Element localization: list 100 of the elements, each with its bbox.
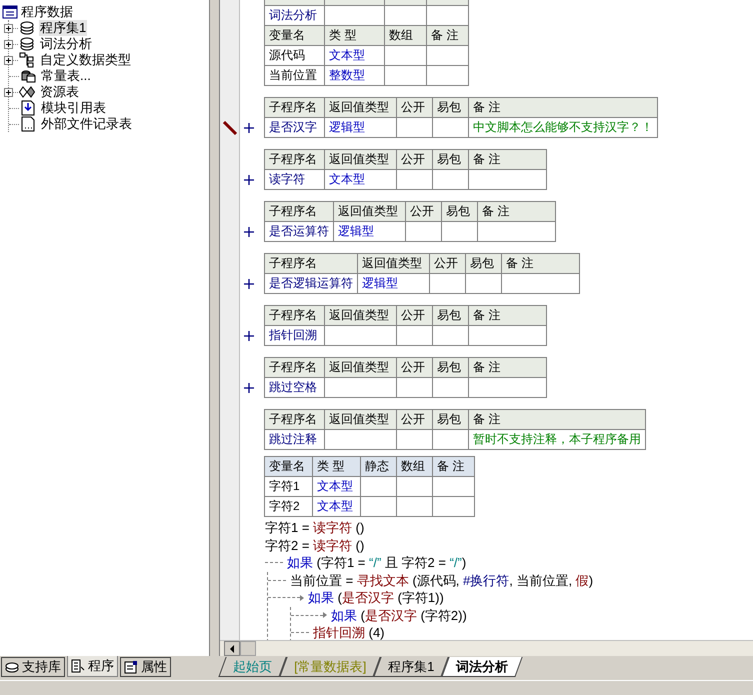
scroll-thumb[interactable] [240, 641, 256, 656]
expand-toggle[interactable] [4, 56, 13, 64]
plus-icon[interactable] [244, 279, 254, 289]
tree-item[interactable]: 程序集1 [39, 20, 88, 36]
tree-item[interactable]: 资源表 [39, 84, 80, 100]
column-header: 易包 [432, 306, 468, 326]
column-header: 公开 [396, 306, 432, 326]
document-tab[interactable]: 词法分析 [442, 657, 524, 677]
subroutine-name: 读字符 [264, 170, 324, 190]
column-header: 公开 [396, 150, 432, 170]
expand-toggle[interactable] [4, 24, 13, 32]
scroll-left-button[interactable] [224, 641, 240, 656]
column-header: 公开 [396, 358, 432, 378]
code-line: 如果 (是否汉字 (字符2)) [331, 606, 467, 625]
column-header: 公开 [396, 410, 432, 430]
variable-type: 文本型 [312, 496, 360, 516]
column-header: 返回值类型 [324, 150, 396, 170]
stack-icon [19, 20, 35, 36]
column-header: 返回值类型 [324, 306, 396, 326]
code-line: 当前位置 = 寻找文本 (源代码, #换行符, 当前位置, 假) [290, 572, 594, 590]
expand-toggle[interactable] [4, 40, 13, 48]
flow-arrow [268, 594, 304, 601]
left-arrow-icon [229, 644, 235, 652]
column-header: 易包 [432, 410, 468, 430]
variable-type: 文本型 [324, 46, 384, 66]
column-header: 子程序名 [264, 254, 358, 274]
column-header: 子程序名 [264, 358, 324, 378]
return-type: 逻辑型 [324, 118, 396, 138]
download-document-icon [20, 100, 36, 116]
column-header: 公开 [406, 202, 442, 222]
column-header: 备 注 [432, 456, 474, 476]
column-header: 返回值类型 [334, 202, 406, 222]
plus-icon[interactable] [244, 123, 254, 133]
column-header: 易包 [466, 254, 502, 274]
column-header: 类 型 [324, 26, 384, 46]
variable-name: 当前位置 [264, 66, 324, 86]
column-header: 备 注 [502, 254, 580, 274]
column-header: 公开 [430, 254, 466, 274]
column-header: 子程序名 [264, 306, 324, 326]
document-icon [71, 659, 85, 673]
tree-item[interactable]: 自定义数据类型 [39, 52, 132, 68]
column-header: 备 注 [426, 26, 468, 46]
variable-type: 整数型 [324, 66, 384, 86]
note: 暂时不支持注释，本子程序备用 [468, 430, 646, 450]
tree-item[interactable]: 模块引用表 [40, 100, 107, 116]
return-type: 文本型 [324, 170, 396, 190]
column-header: 易包 [432, 150, 468, 170]
panel-tab[interactable]: 属性 [120, 657, 171, 677]
variable-name: 字符2 [264, 496, 312, 516]
column-header: 易包 [442, 202, 478, 222]
horizontal-scrollbar[interactable] [220, 640, 753, 656]
flow-arrow [291, 612, 327, 618]
note: 中文脚本怎么能够不支持汉字？！ [468, 118, 658, 138]
variable-name: 源代码 [264, 46, 324, 66]
panel-tab[interactable]: 程序 [67, 656, 118, 677]
stack-icon [19, 36, 35, 52]
column-header: 数组 [396, 456, 432, 476]
tree-item[interactable]: 常量表... [40, 68, 92, 84]
plus-icon[interactable] [244, 175, 254, 185]
variable-type: 文本型 [312, 476, 360, 496]
column-header: 公开 [396, 98, 432, 118]
column-header: 类 型 [312, 456, 360, 476]
column-header: 子程序名 [264, 150, 324, 170]
plus-icon[interactable] [244, 227, 254, 237]
code-line: 字符1 = 读字符 () [265, 519, 364, 538]
column-header: 备 注 [468, 306, 546, 326]
column-header: 子程序名 [264, 202, 334, 222]
tree-item[interactable]: 外部文件记录表 [40, 116, 133, 132]
column-header: 备 注 [468, 98, 658, 118]
subroutine-name: 跳过空格 [264, 378, 324, 398]
code-line: 指针回溯 (4) [313, 624, 384, 640]
column-header: 变量名 [264, 456, 312, 476]
code-line: 字符2 = 读字符 () [265, 536, 364, 555]
stack-icon [5, 660, 19, 674]
tree-item[interactable]: 词法分析 [39, 36, 93, 52]
plus-icon[interactable] [244, 383, 254, 393]
column-header: 易包 [432, 358, 468, 378]
plus-icon[interactable] [244, 331, 254, 341]
column-header: 备 注 [468, 410, 646, 430]
column-header: 易包 [432, 98, 468, 118]
document-tab[interactable]: 程序集1 [374, 657, 450, 677]
column-header: 备 注 [468, 150, 546, 170]
panel-tab[interactable]: 支持库 [1, 657, 65, 677]
expand-toggle[interactable] [4, 88, 13, 96]
subroutine-name: 指针回溯 [264, 326, 324, 346]
hierarchy-icon [19, 52, 35, 68]
tree-root[interactable]: 程序数据 [21, 4, 73, 20]
subroutine-name: 是否汉字 [264, 118, 324, 138]
column-header: 返回值类型 [324, 358, 396, 378]
column-header: 子程序名 [264, 410, 324, 430]
column-header: 变量名 [264, 26, 324, 46]
return-type: 逻辑型 [358, 274, 430, 294]
subroutine-name: 跳过注释 [264, 430, 324, 450]
subroutine-name: 是否运算符 [264, 222, 334, 242]
properties-icon [124, 660, 138, 674]
code-line: 如果 (是否汉字 (字符1)) [308, 589, 444, 608]
column-header: 数组 [384, 26, 426, 46]
cylinders-icon [20, 68, 36, 84]
return-type: 逻辑型 [334, 222, 406, 242]
variable-name: 字符1 [264, 476, 312, 496]
